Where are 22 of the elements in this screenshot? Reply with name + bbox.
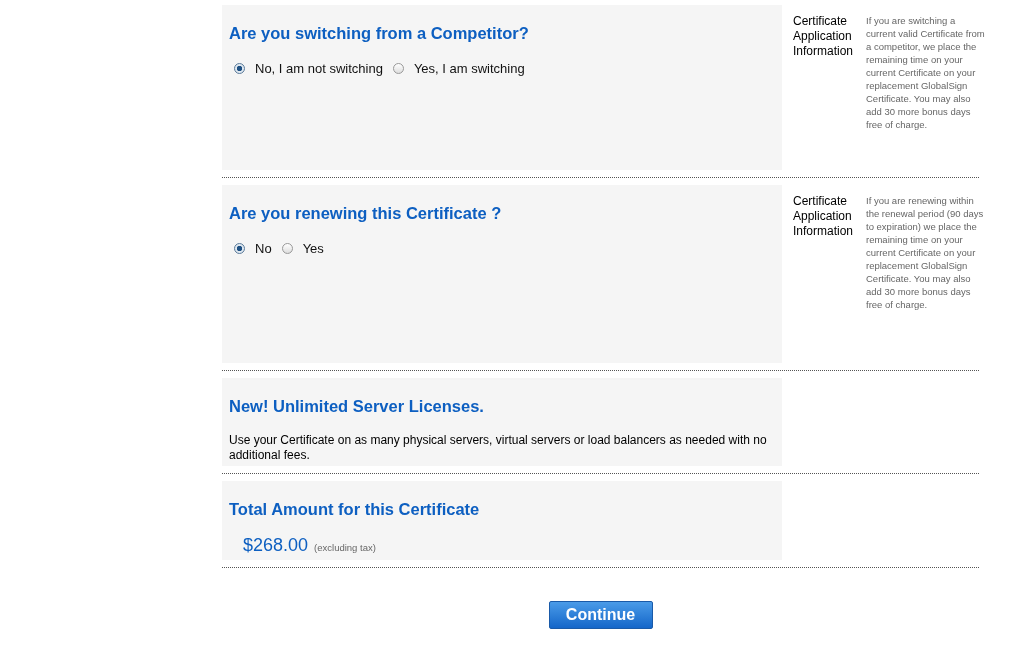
radio-option[interactable]: Yes	[281, 241, 324, 256]
option-label: Yes	[302, 241, 324, 256]
section-title: Are you switching from a Competitor?	[229, 23, 530, 43]
radio-button[interactable]	[392, 63, 404, 74]
section-title: Are you renewing this Certificate ?	[229, 203, 503, 223]
info-text: Use your Certificate on as many physical servers, virtual servers or load balancers as needed with no additional fees.	[229, 433, 768, 463]
radio-button[interactable]	[234, 243, 245, 254]
section-title: New! Unlimited Server Licenses.	[229, 396, 485, 416]
side-label: Certificate Application Information	[793, 14, 855, 60]
section-title: Total Amount for this Certificate	[229, 499, 481, 519]
side-label: Certificate Application Information	[793, 194, 855, 240]
continue-button[interactable]: Continue	[548, 601, 653, 629]
side-text: If you are renewing within the renewal period (90 days to expiration) we place the remaining time on your current Certificate on your replacement GlobalSign Certificate. You may also add 30 more bonus days free of charge.	[866, 194, 985, 312]
side-text: If you are switching a current valid Certificate from a competitor, we place the remaining time on your current Certificate on your replacement GlobalSign Certificate. You may also add 30 more bonus days free of charge.	[866, 14, 986, 132]
option-label: No	[255, 241, 272, 256]
radio-button[interactable]	[234, 63, 245, 74]
radio-button[interactable]	[281, 243, 293, 254]
tax-note: (excluding tax)	[314, 542, 376, 553]
radio-option[interactable]: No	[234, 241, 272, 256]
radio-option[interactable]: Yes, I am switching	[392, 61, 525, 76]
option-label: Yes, I am switching	[413, 61, 525, 76]
price: $268.00	[243, 535, 309, 556]
